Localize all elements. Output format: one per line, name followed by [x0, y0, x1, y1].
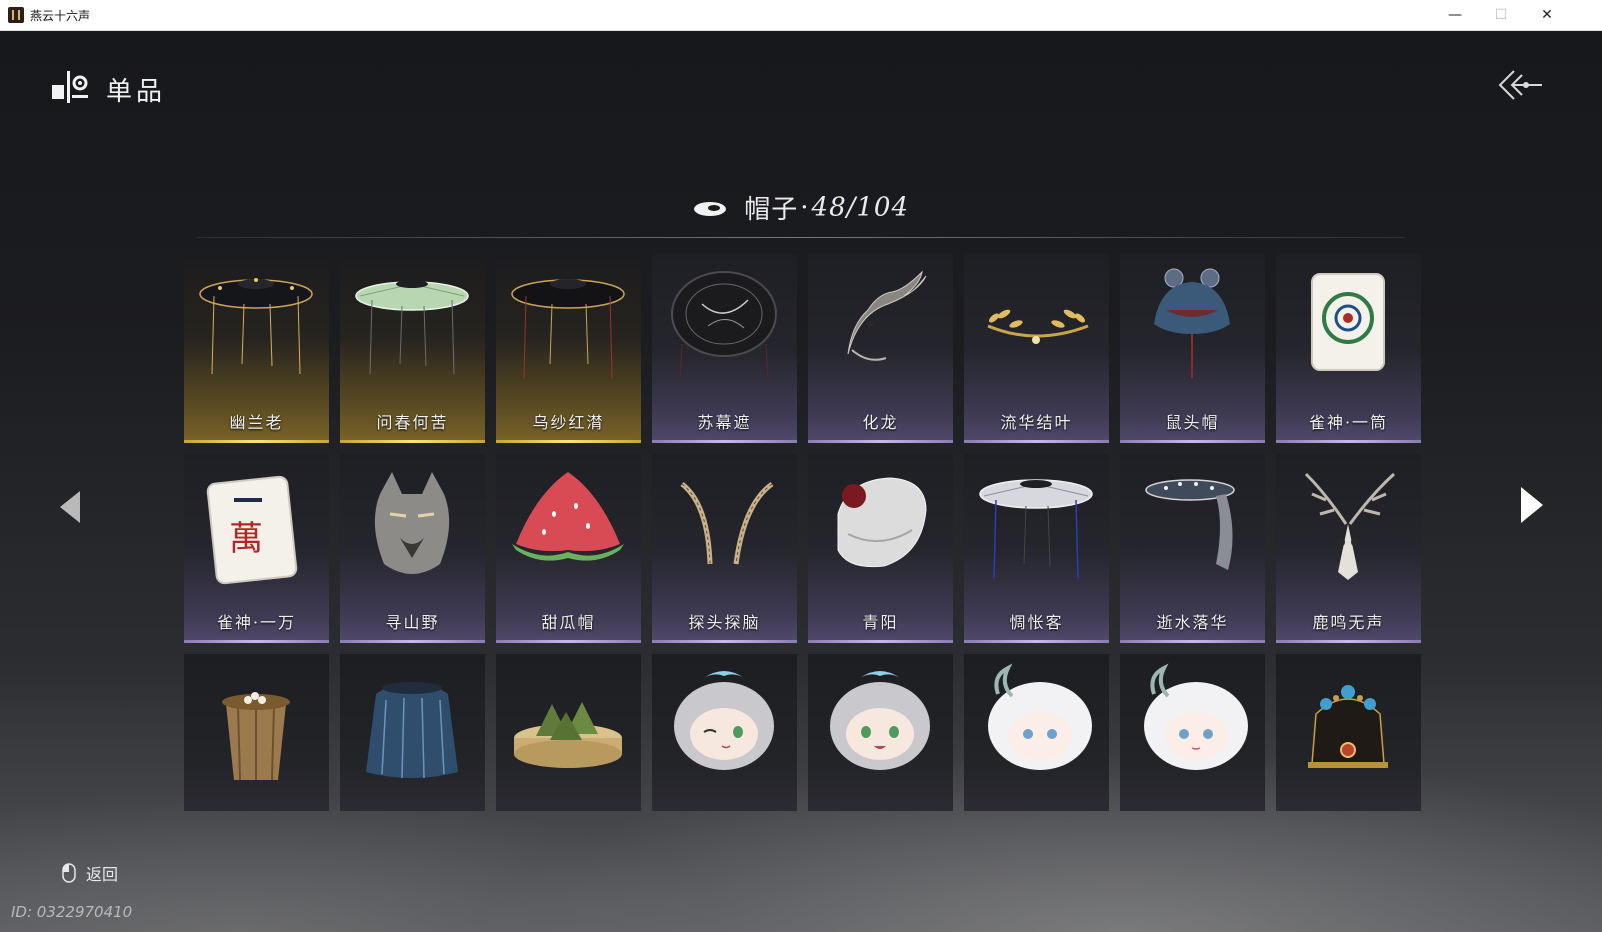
item-name: 鹿鸣无声 — [1312, 613, 1385, 632]
item-card[interactable] — [340, 654, 485, 811]
item-name: 寻山野 — [385, 613, 440, 632]
item-name: 甜瓜帽 — [541, 613, 596, 632]
item-card[interactable]: 寻山野 — [340, 454, 485, 643]
item-name: 雀神·一万 — [216, 613, 297, 632]
item-name: 青阳 — [862, 613, 899, 632]
back-button[interactable]: 返回 — [62, 861, 118, 885]
items-category-icon — [52, 71, 88, 103]
item-card[interactable]: 乌纱红潸 — [496, 254, 641, 443]
close-button[interactable]: ✕ — [1524, 0, 1570, 30]
app-icon — [8, 7, 24, 23]
collection-count: 48/104 — [811, 192, 910, 223]
deer-skull-icon — [1304, 472, 1396, 580]
feather-antennae-icon — [680, 481, 774, 565]
category-name: 帽子 — [744, 195, 799, 225]
mahjong-one-wan-icon: 萬 — [206, 475, 298, 585]
zongzi-steamer-icon — [514, 702, 622, 768]
item-name: 幽兰老 — [229, 413, 284, 432]
black-veil-hat-icon — [511, 279, 625, 379]
item-card[interactable] — [1120, 654, 1265, 811]
prev-page-arrow-icon[interactable] — [56, 487, 84, 527]
item-card[interactable]: 探头探脑 — [652, 454, 797, 643]
chibi-grey-smile-icon — [830, 671, 930, 770]
mouse-hood-icon — [1154, 268, 1230, 378]
item-card[interactable]: 青阳 — [808, 454, 953, 643]
nest-bucket-icon — [222, 692, 290, 781]
chibi-grey-wink-icon — [674, 671, 774, 770]
item-card[interactable]: 鼠头帽 — [1120, 254, 1265, 443]
divider — [197, 237, 1405, 238]
back-label: 返回 — [86, 865, 119, 884]
watermelon-hat-icon — [512, 472, 624, 561]
mahjong-one-circle-icon — [1311, 273, 1385, 371]
hat-icon — [693, 201, 726, 216]
item-card[interactable]: 逝水落华 — [1120, 454, 1265, 643]
item-card[interactable] — [652, 654, 797, 811]
back-arrow-icon[interactable] — [1496, 67, 1544, 103]
svg-text:萬: 萬 — [229, 519, 263, 559]
black-bamboo-hat-icon — [199, 278, 313, 375]
item-card[interactable]: 惆怅客 — [964, 454, 1109, 643]
player-id: ID: 0322970410 — [11, 903, 133, 921]
item-card[interactable] — [1276, 654, 1421, 811]
item-grid: 幽兰老 问春何苦 乌纱红潸 苏幕遮 化龙 流华结叶 鼠头帽 雀神·一筒萬雀神·一万 寻山野 甜瓜帽… — [184, 254, 1421, 811]
blue-veil-hood-icon — [366, 682, 458, 779]
item-name: 流华结叶 — [1000, 413, 1073, 432]
phoenix-crown-icon — [1308, 685, 1388, 768]
item-name: 问春何苦 — [376, 413, 449, 432]
item-card[interactable]: 鹿鸣无声 — [1276, 454, 1421, 643]
item-name: 乌纱红潸 — [532, 413, 605, 432]
maximize-button[interactable]: ☐ — [1478, 0, 1524, 30]
wolf-head-icon — [374, 472, 450, 574]
window-title: 燕云十六声 — [30, 9, 91, 23]
gold-leaf-circlet-icon — [987, 309, 1089, 344]
item-name: 逝水落华 — [1156, 613, 1229, 632]
item-card[interactable]: 幽兰老 — [184, 254, 329, 443]
item-card[interactable] — [496, 654, 641, 811]
white-veil-hat-icon — [979, 479, 1093, 579]
category-separator: · — [800, 192, 810, 223]
item-name: 鼠头帽 — [1165, 413, 1220, 432]
white-bucket-hat-icon — [837, 477, 927, 568]
item-card[interactable]: 萬雀神·一万 — [184, 454, 329, 643]
item-card[interactable]: 雀神·一筒 — [1276, 254, 1421, 443]
green-bamboo-hat-icon — [355, 280, 469, 375]
item-card[interactable]: 流华结叶 — [964, 254, 1109, 443]
item-card[interactable]: 甜瓜帽 — [496, 454, 641, 643]
minimize-button[interactable]: — — [1432, 0, 1478, 30]
dark-round-hat-icon — [671, 271, 777, 379]
window-titlebar: 燕云十六声 — ☐ ✕ — [0, 0, 1602, 31]
item-card[interactable] — [964, 654, 1109, 811]
item-card[interactable]: 问春何苦 — [340, 254, 485, 443]
item-name: 雀神·一筒 — [1308, 413, 1389, 432]
item-card[interactable]: 苏幕遮 — [652, 254, 797, 443]
item-card[interactable]: 化龙 — [808, 254, 953, 443]
dragon-headpiece-icon — [847, 270, 927, 361]
jeweled-veil-icon — [1145, 479, 1235, 570]
item-name: 探头探脑 — [688, 613, 761, 632]
mouse-icon — [62, 863, 76, 883]
item-card[interactable] — [808, 654, 953, 811]
item-name: 惆怅客 — [1009, 613, 1064, 632]
item-name: 化龙 — [862, 413, 899, 432]
next-page-arrow-icon[interactable] — [1516, 483, 1546, 527]
item-name: 苏幕遮 — [697, 413, 752, 432]
chibi-white-hair-icon — [988, 663, 1092, 770]
game-screen: 单品 帽子·48/104 幽兰老 问春何苦 乌纱红潸 苏幕遮 化龙 流华结叶 鼠头帽 雀神·一… — [0, 31, 1602, 932]
category-heading: 帽子·48/104 — [0, 189, 1602, 226]
item-card[interactable] — [184, 654, 329, 811]
chibi-white-hair-2-icon — [1144, 663, 1248, 770]
page-title: 单品 — [106, 77, 167, 107]
